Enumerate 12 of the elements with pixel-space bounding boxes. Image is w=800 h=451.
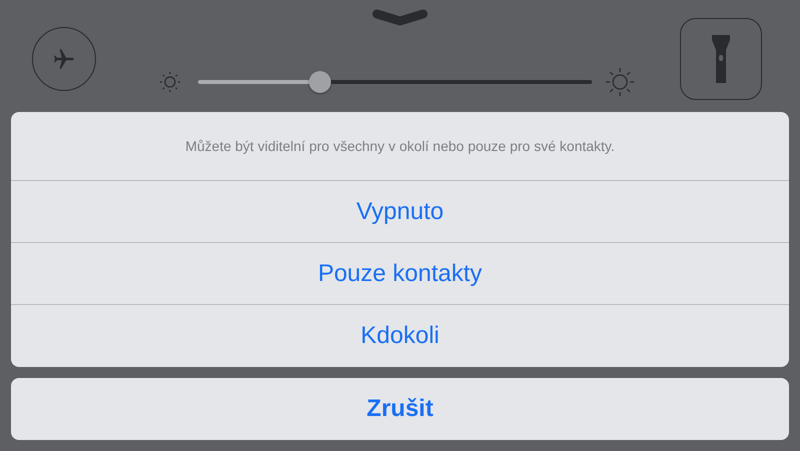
sheet-option[interactable]: Kdokoli bbox=[11, 305, 789, 367]
bright-sun-icon bbox=[604, 66, 636, 98]
sheet-option[interactable]: Vypnuto bbox=[11, 181, 789, 243]
sheet-message: Můžete být viditelní pro všechny v okolí nebo pouze pro své kontakty. bbox=[11, 112, 789, 181]
chevron-down-icon[interactable] bbox=[372, 8, 428, 28]
airplane-mode-button[interactable] bbox=[32, 27, 96, 91]
flashlight-button[interactable] bbox=[680, 18, 762, 100]
flashlight-icon bbox=[711, 33, 731, 85]
cancel-button[interactable]: Zrušit bbox=[11, 378, 789, 440]
slider-thumb[interactable] bbox=[309, 71, 332, 93]
brightness-slider[interactable] bbox=[198, 71, 592, 93]
sheet-option[interactable]: Pouze kontakty bbox=[11, 243, 789, 305]
